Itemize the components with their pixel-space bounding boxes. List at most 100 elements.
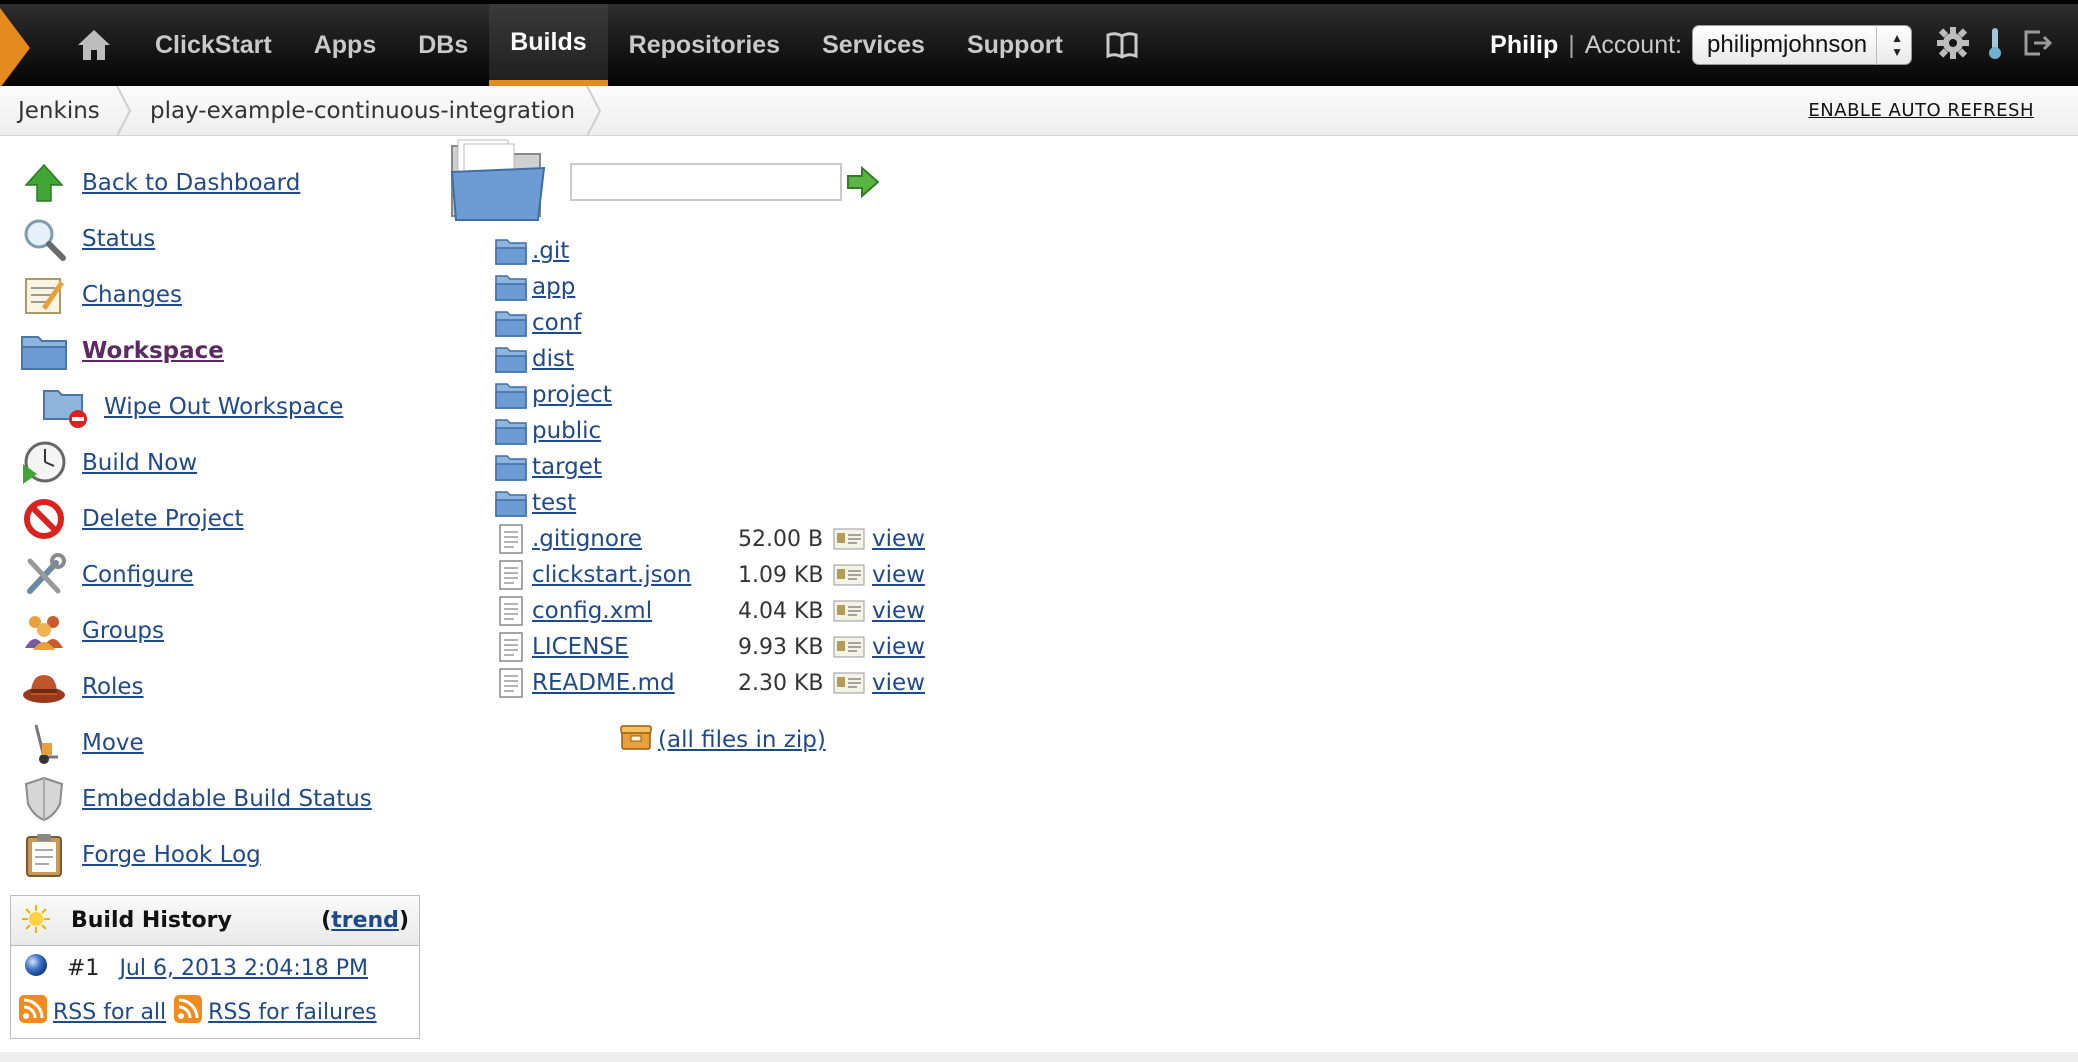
file-size: 1.09 KB — [738, 562, 824, 588]
nav-support[interactable]: Support — [946, 4, 1084, 86]
nav-apps[interactable]: Apps — [293, 4, 398, 86]
view-link[interactable]: view — [872, 634, 925, 660]
folder-link[interactable]: app — [532, 274, 575, 300]
task-embeddable-build-status[interactable]: Embeddable Build Status — [20, 771, 420, 827]
account-select-value: philipmjohnson — [1707, 31, 1868, 58]
file-link[interactable]: config.xml — [532, 598, 652, 624]
user-name[interactable]: Philip — [1490, 31, 1558, 60]
file-link[interactable]: README.md — [532, 670, 675, 696]
folder-link[interactable]: test — [532, 490, 576, 516]
task-status[interactable]: Status — [20, 211, 420, 267]
task-roles[interactable]: Roles — [20, 659, 420, 715]
gear-icon[interactable] — [1936, 26, 1970, 64]
task-label[interactable]: Build Now — [82, 450, 197, 476]
folder-row: .git — [494, 233, 954, 269]
task-label[interactable]: Changes — [82, 282, 182, 308]
file-link[interactable]: .gitignore — [532, 526, 642, 552]
folder-icon — [494, 488, 528, 518]
task-workspace[interactable]: Workspace — [20, 323, 420, 379]
file-row: README.md 2.30 KB view — [494, 665, 954, 701]
task-configure[interactable]: Configure — [20, 547, 420, 603]
no-entry-icon — [20, 495, 68, 543]
nav-builds[interactable]: Builds — [489, 4, 608, 86]
task-label[interactable]: Wipe Out Workspace — [104, 394, 343, 420]
workspace-path-input[interactable] — [570, 163, 842, 201]
view-link[interactable]: view — [872, 670, 925, 696]
task-label[interactable]: Roles — [82, 674, 144, 700]
notepad-icon — [20, 271, 68, 319]
task-back-to-dashboard[interactable]: Back to Dashboard — [20, 155, 420, 211]
folder-link[interactable]: .git — [532, 238, 569, 264]
rss-failures-link[interactable]: RSS for failures — [174, 995, 377, 1029]
page-footer-strip — [0, 1052, 2078, 1062]
folder-icon — [20, 327, 68, 375]
task-move[interactable]: Move — [20, 715, 420, 771]
task-label[interactable]: Groups — [82, 618, 164, 644]
account-select[interactable]: philipmjohnson ▲ ▼ — [1692, 25, 1912, 65]
view-link[interactable]: view — [872, 526, 925, 552]
folder-link[interactable]: dist — [532, 346, 574, 372]
thermometer-icon[interactable] — [1986, 26, 2004, 64]
file-size: 2.30 KB — [738, 670, 824, 696]
folder-icon — [494, 236, 528, 266]
file-icon — [494, 596, 528, 626]
folder-link[interactable]: target — [532, 454, 602, 480]
task-label[interactable]: Move — [82, 730, 144, 756]
folder-link[interactable]: project — [532, 382, 612, 408]
sun-icon — [21, 904, 51, 938]
clock-play-icon — [20, 439, 68, 487]
trend-link[interactable]: trend — [331, 908, 399, 933]
task-groups[interactable]: Groups — [20, 603, 420, 659]
folder-delete-icon — [42, 383, 90, 431]
rss-all-link[interactable]: RSS for all — [19, 995, 166, 1029]
task-label[interactable]: Embeddable Build Status — [82, 786, 372, 812]
file-icon — [494, 524, 528, 554]
task-label[interactable]: Delete Project — [82, 506, 244, 532]
magnifier-icon — [20, 215, 68, 263]
view-link[interactable]: view — [872, 562, 925, 588]
trend-open-paren: ( — [321, 908, 332, 933]
file-link[interactable]: clickstart.json — [532, 562, 691, 588]
task-wipe-out-workspace[interactable]: Wipe Out Workspace — [20, 379, 420, 435]
file-size: 4.04 KB — [738, 598, 824, 624]
nav-repositories[interactable]: Repositories — [608, 4, 801, 86]
build-history-title: Build History — [71, 908, 232, 933]
task-label[interactable]: Configure — [82, 562, 193, 588]
view-file-icon[interactable] — [833, 528, 865, 554]
folder-row: project — [494, 377, 954, 413]
task-changes[interactable]: Changes — [20, 267, 420, 323]
view-file-icon[interactable] — [833, 564, 865, 590]
all-files-zip-link[interactable]: (all files in zip) — [620, 723, 826, 757]
view-file-icon[interactable] — [833, 600, 865, 626]
build-date-link[interactable]: Jul 6, 2013 2:04:18 PM — [119, 956, 368, 981]
file-link[interactable]: LICENSE — [532, 634, 629, 660]
logout-icon[interactable] — [2020, 26, 2054, 64]
folder-link[interactable]: public — [532, 418, 601, 444]
folder-icon — [494, 380, 528, 410]
breadcrumb-jenkins[interactable]: Jenkins — [18, 86, 100, 136]
home-icon[interactable] — [54, 4, 134, 86]
view-file-icon[interactable] — [833, 636, 865, 662]
nav-clickstart[interactable]: ClickStart — [134, 4, 293, 86]
view-file-icon[interactable] — [833, 672, 865, 698]
book-icon[interactable] — [1084, 4, 1160, 86]
account-label: Account: — [1584, 30, 1682, 59]
folder-link[interactable]: conf — [532, 310, 581, 336]
go-arrow-icon[interactable] — [846, 165, 880, 202]
build-history-panel: Build History (trend) #1 Jul 6, 2013 2:0… — [10, 895, 420, 1039]
task-label[interactable]: Forge Hook Log — [82, 842, 261, 868]
task-forge-hook-log[interactable]: Forge Hook Log — [20, 827, 420, 883]
task-label[interactable]: Status — [82, 226, 155, 252]
enable-auto-refresh-link[interactable]: ENABLE AUTO REFRESH — [1808, 100, 2034, 121]
file-size: 52.00 B — [738, 526, 824, 552]
nav-services[interactable]: Services — [801, 4, 946, 86]
task-delete-project[interactable]: Delete Project — [20, 491, 420, 547]
nav-dbs[interactable]: DBs — [397, 4, 489, 86]
select-arrows-icon: ▲ ▼ — [1876, 27, 1903, 65]
breadcrumb-project[interactable]: play-example-continuous-integration — [150, 86, 575, 136]
task-label[interactable]: Back to Dashboard — [82, 170, 300, 196]
task-label[interactable]: Workspace — [82, 338, 224, 364]
breadcrumb-separator-icon — [116, 86, 132, 136]
view-link[interactable]: view — [872, 598, 925, 624]
task-build-now[interactable]: Build Now — [20, 435, 420, 491]
